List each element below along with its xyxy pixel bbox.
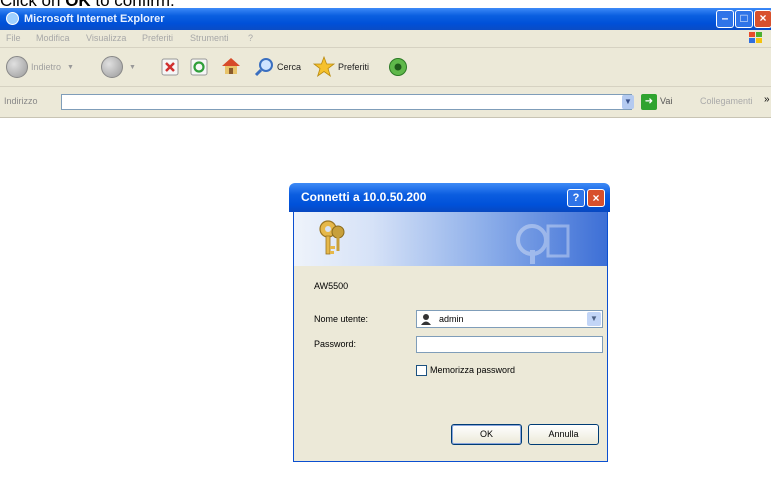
minimize-button[interactable]: –	[716, 10, 734, 28]
menu-modifica[interactable]: Modifica	[36, 32, 70, 44]
media-button[interactable]	[388, 57, 408, 77]
menu-help[interactable]: ?	[248, 32, 253, 44]
close-window-button[interactable]: ×	[754, 10, 771, 28]
go-button[interactable]: Vai	[660, 96, 672, 106]
back-button[interactable]: Indietro ▼	[6, 56, 74, 78]
menu-bar: File Modifica Visualizza Preferiti Strum…	[0, 30, 771, 48]
password-label: Password:	[314, 339, 357, 349]
links-chevron-icon[interactable]: »	[764, 94, 770, 105]
refresh-button[interactable]	[190, 58, 208, 76]
dialog-titlebar[interactable]: Connetti a 10.0.50.200 ? ×	[289, 183, 610, 212]
address-label: Indirizzo	[4, 96, 38, 106]
back-arrow-icon	[6, 56, 28, 78]
help-button[interactable]: ?	[567, 189, 585, 207]
ie-titlebar[interactable]: Microsoft Internet Explorer – □ ×	[0, 8, 771, 30]
login-dialog: Connetti a 10.0.50.200 ? × AW5500 Nome u…	[289, 183, 610, 465]
user-icon	[421, 314, 431, 325]
dialog-title: Connetti a 10.0.50.200	[301, 190, 427, 204]
menu-file[interactable]: File	[6, 32, 21, 44]
keys-icon	[319, 220, 345, 255]
remember-password-label[interactable]: Memorizza password	[430, 364, 515, 376]
address-dropdown-icon[interactable]: ▼	[622, 95, 634, 109]
menu-strumenti[interactable]: Strumenti	[190, 32, 229, 44]
ie-window-title: Microsoft Internet Explorer	[24, 13, 165, 25]
ie-logo-icon	[6, 12, 19, 25]
search-label: Cerca	[277, 62, 302, 72]
username-value: admin	[439, 314, 464, 324]
media-icon	[389, 58, 407, 76]
back-label: Indietro	[31, 62, 62, 72]
realm-label: AW5500	[314, 281, 349, 291]
search-icon	[254, 58, 273, 77]
address-input[interactable]	[61, 94, 632, 110]
banner-decoration-icon	[516, 224, 570, 264]
home-button[interactable]	[220, 56, 242, 76]
stop-icon	[161, 58, 179, 76]
search-button[interactable]: Cerca	[254, 57, 301, 77]
stop-button[interactable]	[161, 58, 179, 76]
menu-preferiti[interactable]: Preferiti	[142, 32, 173, 44]
address-bar: Indirizzo ▼ ➜ Vai Collegamenti »	[0, 87, 771, 118]
password-input[interactable]	[416, 336, 603, 353]
username-combobox[interactable]: admin ▼	[416, 310, 603, 328]
favorites-label: Preferiti	[338, 61, 370, 72]
dialog-body: AW5500 Nome utente: admin ▼ Password: Me…	[293, 212, 608, 462]
remember-password-checkbox[interactable]	[416, 365, 427, 376]
refresh-icon	[190, 58, 208, 76]
menu-visualizza[interactable]: Visualizza	[86, 32, 126, 44]
standard-toolbar: Indietro ▼ ▼ Cerca Preferiti	[0, 48, 771, 87]
username-dropdown-icon[interactable]: ▼	[587, 312, 601, 326]
maximize-button[interactable]: □	[735, 10, 753, 28]
back-dropdown-icon[interactable]: ▼	[67, 64, 74, 71]
links-button[interactable]: Collegamenti	[700, 96, 753, 106]
home-icon	[222, 58, 240, 74]
page-left-edge	[0, 118, 8, 477]
favorites-star-icon	[313, 56, 335, 77]
dialog-banner	[294, 212, 607, 266]
windows-flag-icon	[749, 32, 762, 43]
go-arrow-icon[interactable]: ➜	[641, 94, 657, 110]
dialog-close-button[interactable]: ×	[587, 189, 605, 207]
cancel-button[interactable]: Annulla	[528, 424, 599, 445]
forward-dropdown-icon[interactable]: ▼	[129, 64, 136, 71]
forward-arrow-icon	[101, 56, 123, 78]
ok-button[interactable]: OK	[451, 424, 522, 445]
favorites-button[interactable]: Preferiti	[313, 56, 369, 77]
forward-button[interactable]: ▼	[101, 56, 136, 78]
username-label: Nome utente:	[314, 314, 369, 324]
